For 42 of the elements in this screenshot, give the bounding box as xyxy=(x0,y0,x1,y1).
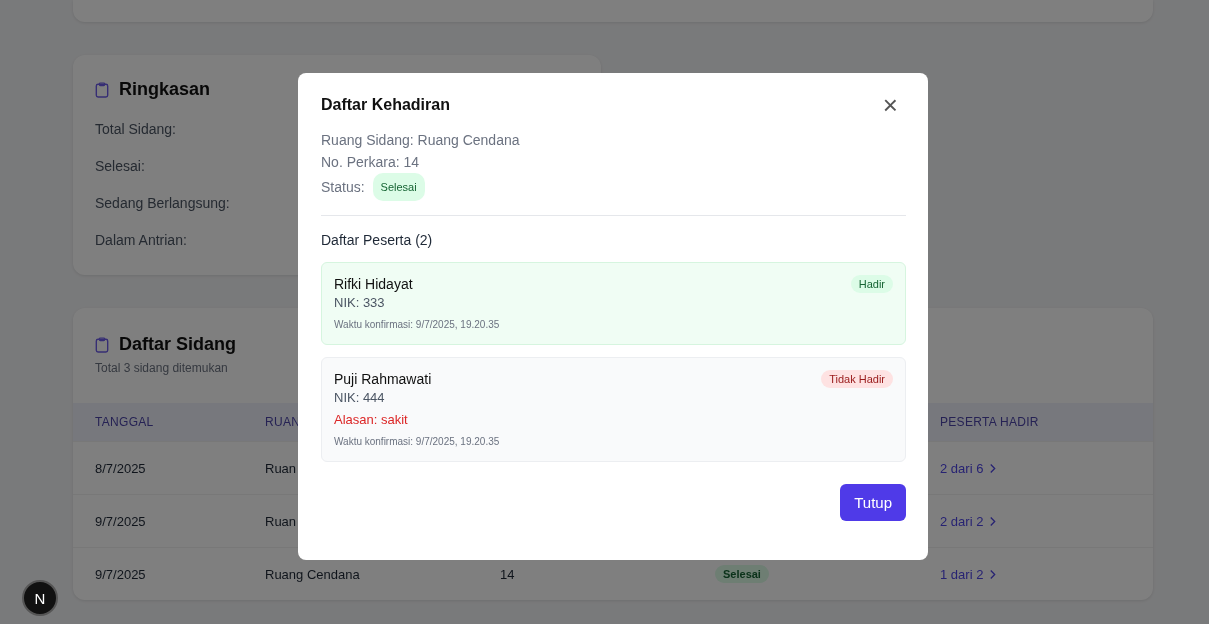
confirmation-time: Waktu konfirmasi: 9/7/2025, 19.20.35 xyxy=(334,319,501,330)
clipboard-icon xyxy=(95,81,109,98)
chevron-right-icon xyxy=(989,462,997,474)
close-button[interactable]: × xyxy=(882,95,898,115)
status-badge: Selesai xyxy=(715,565,769,583)
table-cell: 9/7/2025 xyxy=(95,566,146,582)
card-subtitle: Total 3 sidang ditemukan xyxy=(95,361,229,375)
absence-reason: Alasan: sakit xyxy=(334,412,409,427)
attendance-link[interactable]: 2 dari 2 xyxy=(940,513,1153,529)
card-title: Daftar Sidang xyxy=(119,334,237,355)
table-cell: Ruang Cendana xyxy=(265,566,360,582)
participant-nik: NIK: 333 xyxy=(334,295,386,310)
info-text: No. Perkara: 14 xyxy=(321,153,421,172)
card-title: Ringkasan xyxy=(119,79,211,100)
dev-badge[interactable]: N xyxy=(22,580,58,616)
summary-label: Total Sidang: xyxy=(95,121,176,137)
info-text: Ruang Sidang: Ruang Cendana xyxy=(321,131,521,150)
chevron-right-icon xyxy=(989,515,997,527)
participant-name: Rifki Hidayat xyxy=(334,276,413,292)
clipboard-icon xyxy=(95,336,109,353)
close-button[interactable]: Tutup xyxy=(840,484,906,521)
participant-nik: NIK: 444 xyxy=(334,390,386,405)
attendance-badge: Hadir xyxy=(850,275,893,293)
column-header: PESERTA HADIR xyxy=(940,415,1039,429)
table-cell: 14 xyxy=(500,566,515,582)
section-title: Daftar Peserta (2) xyxy=(321,232,434,248)
table-cell: Ruan xyxy=(265,513,297,529)
summary-label: Sedang Berlangsung: xyxy=(95,195,230,211)
table-cell: Ruan xyxy=(265,460,297,476)
dialog-title: Daftar Kehadiran xyxy=(321,96,450,114)
participant-name: Puji Rahmawati xyxy=(334,371,432,387)
attendance-badge: Tidak Hadir xyxy=(821,370,893,388)
table-cell: 8/7/2025 xyxy=(95,460,146,476)
summary-label: Dalam Antrian: xyxy=(95,232,187,248)
summary-label: Selesai: xyxy=(95,158,145,174)
info-text: Status: xyxy=(321,178,365,197)
confirmation-time: Waktu konfirmasi: 9/7/2025, 19.20.35 xyxy=(334,436,501,447)
column-header: TANGGAL xyxy=(95,415,154,429)
status-badge: Selesai xyxy=(372,173,425,201)
attendance-link[interactable]: 2 dari 6 xyxy=(940,460,1153,476)
table-cell: 9/7/2025 xyxy=(95,513,146,529)
chevron-right-icon xyxy=(989,568,997,580)
